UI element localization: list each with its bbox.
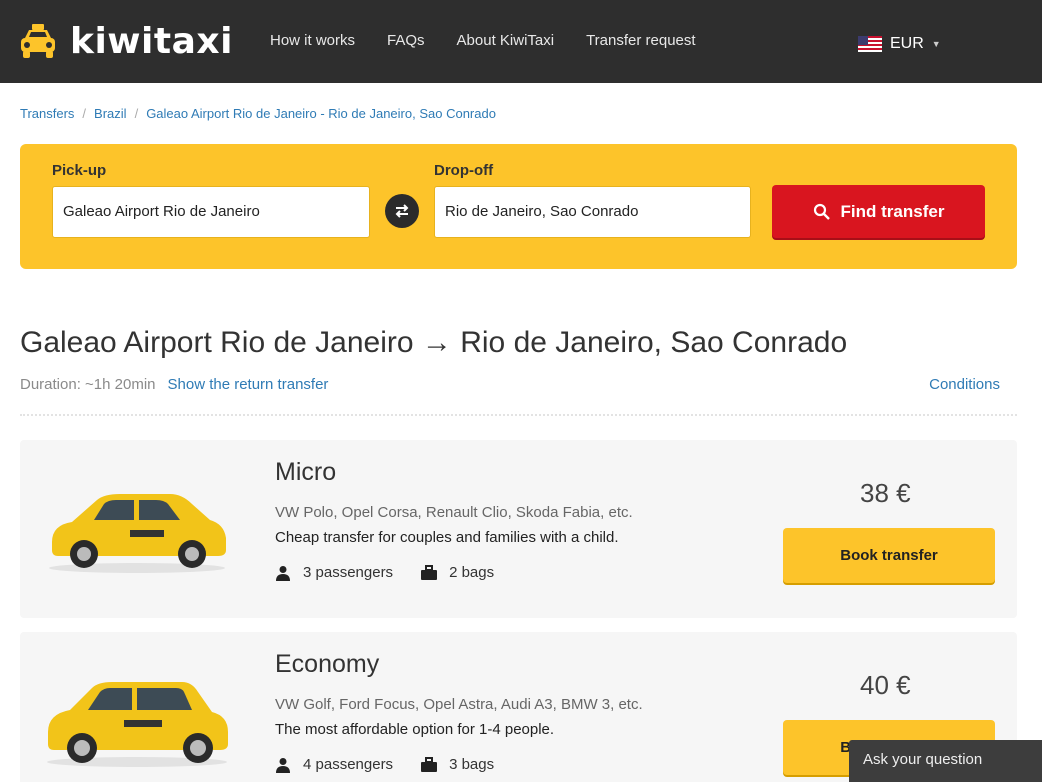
nav-about[interactable]: About KiwiTaxi (457, 32, 555, 49)
car-models: VW Polo, Opel Corsa, Renault Clio, Skoda… (275, 504, 633, 521)
book-transfer-button[interactable]: Book transfer (783, 528, 995, 583)
passenger-spec: 3 passengers (275, 564, 393, 581)
currency-selector[interactable]: EUR ▼ (858, 35, 941, 53)
class-name: Micro (275, 458, 337, 486)
find-transfer-button[interactable]: Find transfer (772, 185, 985, 238)
bag-spec: 2 bags (421, 564, 494, 581)
swap-arrows-icon (395, 204, 409, 218)
pickup-label: Pick-up (52, 162, 107, 179)
briefcase-icon (421, 564, 438, 580)
route-meta: Duration: ~1h 20min Show the return tran… (20, 376, 328, 393)
person-icon (276, 565, 290, 581)
return-transfer-link[interactable]: Show the return transfer (168, 376, 329, 393)
taxi-logo-icon (21, 24, 55, 58)
breadcrumb-separator: / (82, 106, 87, 121)
class-name: Economy (275, 650, 380, 678)
ask-question-widget[interactable]: Ask your question (849, 740, 1042, 782)
logo-text: kiwitaxi (70, 20, 233, 62)
breadcrumb: Transfers / Brazil / Galeao Airport Rio … (20, 106, 496, 121)
nav-faqs[interactable]: FAQs (387, 32, 425, 49)
price: 38 € (860, 478, 911, 508)
bag-count: 2 bags (449, 564, 495, 581)
search-panel: Pick-up Galeao Airport Rio de Janeiro Dr… (20, 144, 1017, 269)
main-nav: How it works FAQs About KiwiTaxi Transfe… (270, 32, 728, 49)
conditions-link[interactable]: Conditions (929, 376, 1000, 393)
dropoff-input[interactable]: Rio de Janeiro, Sao Conrado (434, 186, 751, 238)
duration-text: Duration: ~1h 20min (20, 376, 156, 393)
breadcrumb-route[interactable]: Galeao Airport Rio de Janeiro - Rio de J… (146, 106, 496, 121)
dropoff-label: Drop-off (434, 162, 494, 179)
capacity-specs: 4 passengers 3 bags (275, 756, 522, 773)
passenger-spec: 4 passengers (275, 756, 393, 773)
capacity-specs: 3 passengers 2 bags (275, 564, 522, 581)
passenger-count: 3 passengers (303, 564, 394, 581)
logo[interactable]: kiwitaxi (18, 18, 233, 64)
chevron-down-icon: ▼ (931, 39, 941, 49)
car-models: VW Golf, Ford Focus, Opel Astra, Audi A3… (275, 696, 643, 713)
person-icon (276, 757, 290, 773)
breadcrumb-transfers[interactable]: Transfers (20, 106, 74, 121)
currency-label: EUR (890, 35, 924, 52)
briefcase-icon (421, 756, 438, 772)
class-description: The most affordable option for 1-4 peopl… (275, 721, 555, 738)
economy-car-image (47, 682, 228, 767)
vehicle-card-micro: Micro VW Polo, Opel Corsa, Renault Clio,… (20, 440, 1017, 618)
find-transfer-label: Find transfer (840, 201, 945, 221)
bag-count: 3 bags (449, 756, 495, 773)
breadcrumb-brazil[interactable]: Brazil (94, 106, 127, 121)
price: 40 € (860, 670, 911, 700)
route-title: Galeao Airport Rio de Janeiro → Rio de J… (20, 326, 848, 359)
top-header: kiwitaxi How it works FAQs About KiwiTax… (0, 0, 1042, 83)
class-description: Cheap transfer for couples and families … (275, 529, 619, 546)
nav-how-it-works[interactable]: How it works (270, 32, 355, 49)
search-icon (813, 203, 830, 220)
micro-car-image (49, 494, 226, 573)
swap-button[interactable] (385, 194, 419, 228)
bag-spec: 3 bags (421, 756, 494, 773)
us-flag-icon (858, 36, 882, 52)
breadcrumb-separator: / (134, 106, 139, 121)
nav-transfer-request[interactable]: Transfer request (586, 32, 696, 49)
divider (20, 414, 1017, 416)
pickup-input[interactable]: Galeao Airport Rio de Janeiro (52, 186, 370, 238)
passenger-count: 4 passengers (303, 756, 394, 773)
